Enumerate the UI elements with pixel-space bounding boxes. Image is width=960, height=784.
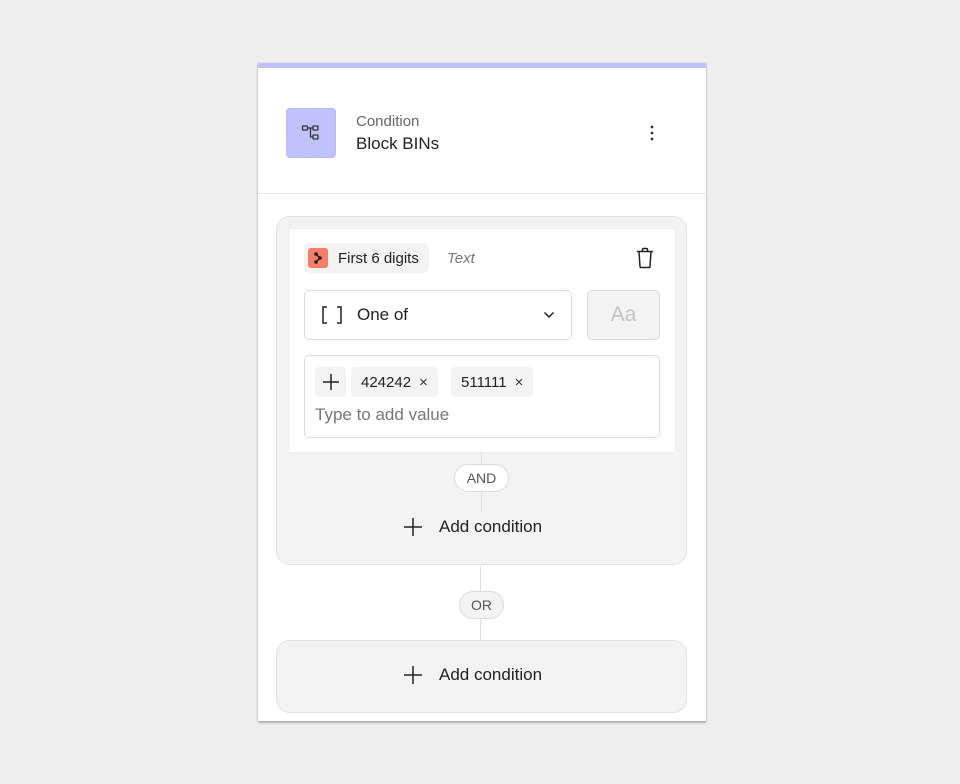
- value-input[interactable]: [315, 402, 645, 428]
- field-type-label: Text: [447, 250, 475, 267]
- condition-rule: First 6 digits Text One of Aa 424242 × 5…: [288, 228, 676, 453]
- value-chip: 511111 ×: [451, 367, 534, 397]
- values-field[interactable]: 424242 × 511111 ×: [304, 355, 660, 438]
- remove-value-icon[interactable]: ×: [419, 375, 428, 390]
- add-condition-label: Add condition: [439, 517, 543, 536]
- add-condition-group-content: Add condition: [403, 665, 542, 685]
- delete-rule-button[interactable]: [634, 246, 656, 270]
- case-sensitivity-toggle[interactable]: Aa: [587, 290, 660, 340]
- add-value-button[interactable]: [315, 367, 346, 397]
- workflow-branch-icon: [286, 108, 336, 158]
- more-vertical-icon: [650, 125, 654, 141]
- more-options-button[interactable]: [640, 120, 664, 146]
- field-label: First 6 digits: [338, 249, 419, 267]
- value-chip: 424242 ×: [351, 367, 438, 397]
- trash-icon: [637, 247, 653, 269]
- plus-icon: [404, 666, 422, 684]
- condition-node-card: Condition Block BINs First 6 digits Text…: [258, 63, 706, 721]
- value-chip-label: 511111: [461, 373, 507, 391]
- brackets-icon: [322, 306, 342, 324]
- field-source-icon: [308, 248, 328, 268]
- remove-value-icon[interactable]: ×: [515, 375, 524, 390]
- chevron-down-icon: [543, 311, 555, 319]
- operator-select[interactable]: One of: [304, 290, 572, 340]
- node-header: Condition Block BINs: [258, 68, 706, 194]
- add-condition-group-label: Add condition: [439, 665, 543, 684]
- plus-icon: [404, 518, 422, 536]
- node-kind-label: Condition: [356, 113, 420, 130]
- or-joiner-badge: OR: [459, 591, 504, 619]
- add-condition-button[interactable]: Add condition: [403, 517, 542, 537]
- condition-group: First 6 digits Text One of Aa 424242 × 5…: [276, 216, 687, 565]
- and-joiner-badge: AND: [454, 464, 509, 492]
- value-chip-label: 424242: [361, 373, 412, 391]
- field-chip[interactable]: First 6 digits: [304, 243, 429, 273]
- operator-selected-value: One of: [357, 305, 409, 324]
- plus-icon: [322, 374, 339, 390]
- node-title: Block BINs: [356, 134, 440, 153]
- add-condition-group-button[interactable]: Add condition: [276, 640, 687, 713]
